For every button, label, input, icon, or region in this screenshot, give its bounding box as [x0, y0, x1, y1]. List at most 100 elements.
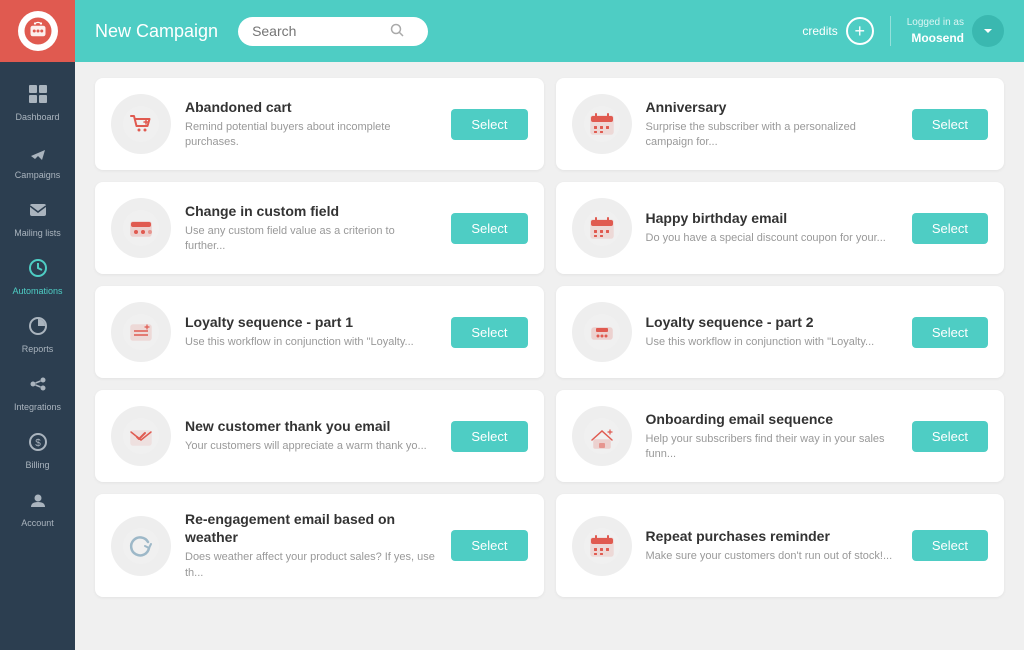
- card-desc-new-customer-thank-you: Your customers will appreciate a warm th…: [185, 439, 437, 454]
- card-desc-anniversary: Surprise the subscriber with a personali…: [646, 120, 898, 151]
- topbar: New Campaign credits + Logged in as Moos…: [75, 0, 1024, 62]
- card-title-abandoned-cart: Abandoned cart: [185, 98, 437, 116]
- campaign-card-onboarding: Onboarding email sequence Help your subs…: [556, 390, 1005, 482]
- card-title-change-custom-field: Change in custom field: [185, 202, 437, 220]
- billing-icon: $: [28, 432, 48, 456]
- mailing-label: Mailing lists: [14, 228, 61, 238]
- card-info-abandoned-cart: Abandoned cart Remind potential buyers a…: [185, 98, 437, 151]
- card-desc-onboarding: Help your subscribers find their way in …: [646, 432, 898, 463]
- select-button-change-custom-field[interactable]: Select: [451, 213, 527, 244]
- card-icon-new-customer-thank-you: [111, 406, 171, 466]
- card-info-repeat-purchases: Repeat purchases reminder Make sure your…: [646, 527, 898, 565]
- card-icon-anniversary: [572, 94, 632, 154]
- dashboard-icon: [28, 84, 48, 108]
- card-title-reengagement-weather: Re-engagement email based on weather: [185, 510, 437, 546]
- card-icon-reengagement-weather: [111, 516, 171, 576]
- card-info-onboarding: Onboarding email sequence Help your subs…: [646, 410, 898, 463]
- nav-items-list: Dashboard Campaigns Mailing lists Automa…: [0, 62, 75, 650]
- campaign-card-change-custom-field: Change in custom field Use any custom fi…: [95, 182, 544, 274]
- select-button-onboarding[interactable]: Select: [912, 421, 988, 452]
- campaign-card-abandoned-cart: Abandoned cart Remind potential buyers a…: [95, 78, 544, 170]
- select-button-loyalty-1[interactable]: Select: [451, 317, 527, 348]
- select-button-repeat-purchases[interactable]: Select: [912, 530, 988, 561]
- card-icon-onboarding: [572, 406, 632, 466]
- card-title-loyalty-2: Loyalty sequence - part 2: [646, 313, 898, 331]
- select-button-new-customer-thank-you[interactable]: Select: [451, 421, 527, 452]
- campaigns-label: Campaigns: [15, 170, 61, 180]
- search-icon: [390, 23, 404, 40]
- campaign-card-reengagement-weather: Re-engagement email based on weather Doe…: [95, 494, 544, 597]
- sidebar-item-integrations[interactable]: Integrations: [0, 362, 75, 420]
- page-title: New Campaign: [95, 21, 218, 42]
- card-title-repeat-purchases: Repeat purchases reminder: [646, 527, 898, 545]
- campaign-card-new-customer-thank-you: New customer thank you email Your custom…: [95, 390, 544, 482]
- automations-icon: [28, 258, 48, 282]
- select-button-abandoned-cart[interactable]: Select: [451, 109, 527, 140]
- card-icon-happy-birthday: [572, 198, 632, 258]
- billing-label: Billing: [25, 460, 49, 470]
- card-icon-change-custom-field: [111, 198, 171, 258]
- card-desc-loyalty-2: Use this workflow in conjunction with "L…: [646, 335, 898, 350]
- card-info-reengagement-weather: Re-engagement email based on weather Doe…: [185, 510, 437, 581]
- card-title-loyalty-1: Loyalty sequence - part 1: [185, 313, 437, 331]
- card-icon-loyalty-1: [111, 302, 171, 362]
- card-title-happy-birthday: Happy birthday email: [646, 209, 898, 227]
- add-credits-button[interactable]: +: [846, 17, 874, 45]
- card-info-change-custom-field: Change in custom field Use any custom fi…: [185, 202, 437, 255]
- svg-text:$: $: [35, 438, 41, 449]
- topbar-right: credits + Logged in as Moosend: [802, 15, 1004, 47]
- campaign-card-repeat-purchases: Repeat purchases reminder Make sure your…: [556, 494, 1005, 597]
- sidebar-item-dashboard[interactable]: Dashboard: [0, 72, 75, 130]
- reports-label: Reports: [22, 344, 54, 354]
- search-input[interactable]: [252, 23, 382, 39]
- sidebar-item-account[interactable]: Account: [0, 478, 75, 536]
- user-info: Logged in as Moosend: [907, 16, 964, 47]
- sidebar: Dashboard Campaigns Mailing lists Automa…: [0, 0, 75, 650]
- account-icon: [28, 490, 48, 514]
- sidebar-item-reports[interactable]: Reports: [0, 304, 75, 362]
- card-desc-loyalty-1: Use this workflow in conjunction with "L…: [185, 335, 437, 350]
- card-icon-loyalty-2: [572, 302, 632, 362]
- select-button-loyalty-2[interactable]: Select: [912, 317, 988, 348]
- mailing-icon: [28, 200, 48, 224]
- select-button-reengagement-weather[interactable]: Select: [451, 530, 527, 561]
- credits-label: credits: [802, 24, 837, 38]
- integrations-label: Integrations: [14, 402, 61, 412]
- dashboard-label: Dashboard: [15, 112, 59, 122]
- campaign-card-loyalty-1: Loyalty sequence - part 1 Use this workf…: [95, 286, 544, 378]
- card-icon-repeat-purchases: [572, 516, 632, 576]
- logged-in-as-label: Logged in as: [907, 16, 964, 30]
- integrations-icon: [28, 374, 48, 398]
- logo-icon: [18, 11, 58, 51]
- reports-icon: [28, 316, 48, 340]
- sidebar-item-campaigns[interactable]: Campaigns: [0, 130, 75, 188]
- card-info-loyalty-1: Loyalty sequence - part 1 Use this workf…: [185, 313, 437, 351]
- user-menu-button[interactable]: [972, 15, 1004, 47]
- sidebar-item-mailing-lists[interactable]: Mailing lists: [0, 188, 75, 246]
- username-label: Moosend: [907, 30, 964, 47]
- card-desc-reengagement-weather: Does weather affect your product sales? …: [185, 550, 437, 581]
- select-button-happy-birthday[interactable]: Select: [912, 213, 988, 244]
- main-area: New Campaign credits + Logged in as Moos…: [75, 0, 1024, 650]
- credits-area: credits +: [802, 17, 873, 45]
- card-desc-change-custom-field: Use any custom field value as a criterio…: [185, 224, 437, 255]
- card-info-loyalty-2: Loyalty sequence - part 2 Use this workf…: [646, 313, 898, 351]
- select-button-anniversary[interactable]: Select: [912, 109, 988, 140]
- campaign-card-loyalty-2: Loyalty sequence - part 2 Use this workf…: [556, 286, 1005, 378]
- card-info-anniversary: Anniversary Surprise the subscriber with…: [646, 98, 898, 151]
- logo-area: [0, 0, 75, 62]
- card-title-onboarding: Onboarding email sequence: [646, 410, 898, 428]
- card-desc-abandoned-cart: Remind potential buyers about incomplete…: [185, 120, 437, 151]
- sidebar-item-automations[interactable]: Automations: [0, 246, 75, 304]
- card-icon-abandoned-cart: [111, 94, 171, 154]
- content-area: Abandoned cart Remind potential buyers a…: [75, 62, 1024, 650]
- campaign-card-happy-birthday: Happy birthday email Do you have a speci…: [556, 182, 1005, 274]
- sidebar-item-billing[interactable]: $ Billing: [0, 420, 75, 478]
- campaign-card-anniversary: Anniversary Surprise the subscriber with…: [556, 78, 1005, 170]
- card-desc-happy-birthday: Do you have a special discount coupon fo…: [646, 231, 898, 246]
- card-desc-repeat-purchases: Make sure your customers don't run out o…: [646, 549, 898, 564]
- logo-svg: [23, 16, 53, 46]
- card-info-new-customer-thank-you: New customer thank you email Your custom…: [185, 417, 437, 455]
- topbar-divider: [890, 16, 891, 46]
- card-title-anniversary: Anniversary: [646, 98, 898, 116]
